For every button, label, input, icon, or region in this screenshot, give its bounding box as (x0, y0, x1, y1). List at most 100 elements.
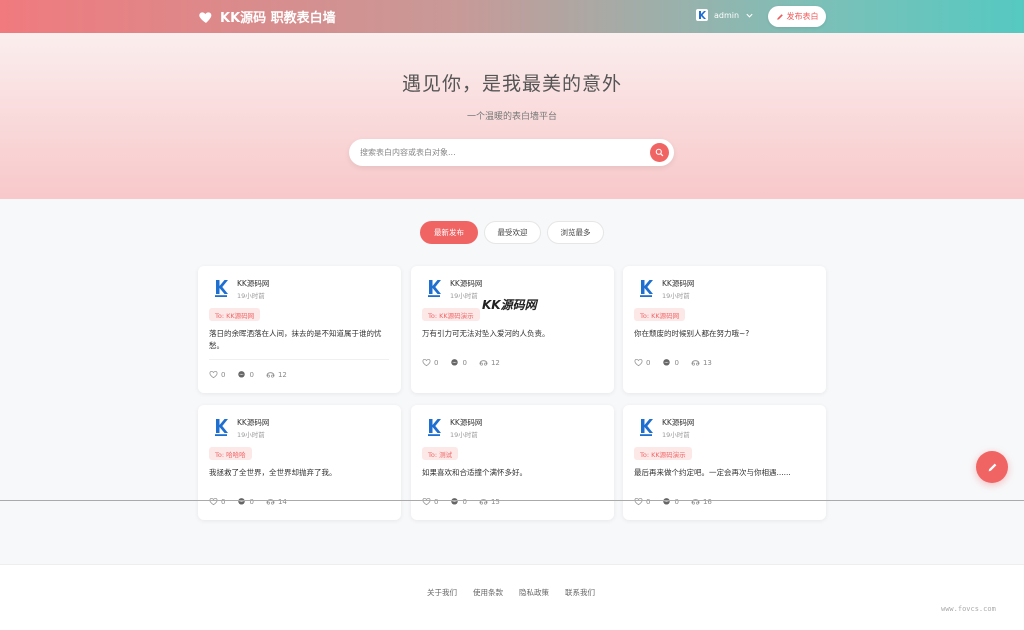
comment-count: 0 (674, 497, 679, 506)
view-count: 15 (490, 497, 500, 506)
like-count: 0 (434, 497, 439, 506)
card-recipient-tag[interactable]: To: KK源码网 (634, 308, 686, 321)
card-content: 你在颓废的时候别人都在努力哦~? (634, 329, 750, 338)
confession-card[interactable]: KK源码网 19小时前 To: KK源码网你在颓废的时候别人都在努力哦~? 0 0 13 (623, 266, 826, 393)
card-recipient-tag[interactable]: To: 哈哈哈 (209, 447, 252, 460)
views-stat: 12 (266, 370, 287, 379)
comment-count: 0 (674, 358, 679, 367)
hero-title: 遇见你，是我最美的意外 (401, 73, 622, 95)
footer-link-about[interactable]: 关于我们 (427, 587, 457, 598)
view-count: 12 (490, 358, 500, 367)
like-button[interactable]: 0 (422, 358, 438, 367)
card-time: 19小时前 (662, 292, 690, 300)
avatar (423, 277, 445, 299)
view-count: 14 (277, 497, 287, 506)
footer: 关于我们 使用条款 隐私政策 联系我们 www.fovcs.com (0, 564, 1024, 630)
comment-button[interactable]: 0 (237, 370, 254, 379)
views-stat: 15 (479, 497, 500, 506)
comment-count: 0 (462, 497, 467, 506)
heart-icon (634, 497, 643, 506)
footer-link-terms[interactable]: 使用条款 (473, 587, 503, 598)
like-button[interactable]: 0 (209, 497, 225, 506)
search-input[interactable] (360, 139, 640, 166)
avatar (210, 277, 232, 299)
brand-title: KK源码 职教表白墙 (220, 11, 336, 26)
like-button[interactable]: 0 (634, 497, 650, 506)
card-stats: 0 0 13 (634, 358, 712, 367)
heart-icon (422, 358, 431, 367)
brand-logo[interactable]: KK源码 职教表白墙 (198, 7, 336, 26)
card-author: KK源码网 (662, 418, 695, 427)
site-url: www.fovcs.com (941, 605, 996, 613)
publish-label: 发布表白 (786, 12, 819, 21)
comment-button[interactable]: 0 (237, 497, 254, 506)
like-button[interactable]: 0 (209, 370, 225, 379)
pencil-icon (988, 463, 996, 471)
heart-icon (634, 358, 643, 367)
chevron-down-icon (746, 13, 753, 18)
heart-icon (209, 497, 218, 506)
comment-button[interactable]: 0 (662, 358, 679, 367)
confession-card[interactable]: KK源码网 19小时前 To: 测试 如果喜欢和合适撞个满怀多好。 0 0 15 (411, 405, 614, 520)
card-divider (209, 359, 389, 360)
comment-icon (451, 359, 459, 366)
card-author: KK源码网 (450, 279, 483, 288)
card-recipient-tag[interactable]: To: 测试 (422, 447, 459, 460)
comment-button[interactable]: 0 (450, 358, 467, 367)
views-stat: 16 (691, 497, 712, 506)
search-icon (655, 148, 664, 157)
views-stat: 14 (266, 497, 287, 506)
card-recipient-tag[interactable]: To: KK源码网 (209, 308, 261, 321)
footer-link-privacy[interactable]: 隐私政策 (519, 587, 549, 598)
card-recipient-tag[interactable]: To: KK源码演示 (634, 447, 692, 460)
card-stats: 0 0 12 (209, 370, 287, 379)
card-author: KK源码网 (662, 279, 695, 288)
confession-card[interactable]: KK源码网 19小时前 To: 哈哈哈 我拯救了全世界，全世界却抛弃了我。 0 0 14 (198, 405, 401, 520)
comment-icon (663, 359, 671, 366)
card-stats: 0 0 16 (634, 497, 712, 506)
tab-popular[interactable]: 最受欢迎 (484, 221, 541, 244)
comment-icon (451, 498, 459, 505)
comment-button[interactable]: 0 (450, 497, 467, 506)
footer-links: 关于我们 使用条款 隐私政策 联系我们 (427, 587, 595, 598)
comment-icon (663, 498, 671, 505)
card-stats: 0 0 12 (422, 358, 500, 367)
card-content: 如果喜欢和合适撞个满怀多好。 (422, 468, 527, 477)
tab-latest[interactable]: 最新发布 (420, 221, 478, 244)
publish-button[interactable]: 发布表白 (768, 6, 826, 27)
comment-button[interactable]: 0 (662, 497, 679, 506)
like-count: 0 (434, 358, 439, 367)
heart-icon (209, 370, 218, 379)
user-menu[interactable]: admin (696, 9, 754, 21)
card-time: 19小时前 (662, 431, 690, 439)
card-time: 19小时前 (450, 292, 478, 300)
floating-publish-button[interactable] (976, 451, 1008, 483)
avatar (635, 277, 657, 299)
avatar (423, 416, 445, 438)
like-button[interactable]: 0 (634, 358, 650, 367)
views-icon (266, 372, 275, 378)
card-content: 万有引力可无法对坠入爱河的人负责。 (422, 329, 550, 338)
card-content: 落日的余晖洒落在人间，抹去的是不知道属于谁的忧愁。 (209, 329, 382, 350)
views-stat: 13 (691, 358, 712, 367)
comment-icon (238, 498, 246, 505)
views-icon (266, 499, 275, 505)
card-content: 我拯救了全世界，全世界却抛弃了我。 (209, 468, 337, 477)
divider-line (0, 500, 1024, 501)
avatar (210, 416, 232, 438)
views-stat: 12 (479, 358, 500, 367)
sort-tabs: 最新发布 最受欢迎 浏览最多 (420, 221, 604, 244)
like-button[interactable]: 0 (422, 497, 438, 506)
tab-most-viewed[interactable]: 浏览最多 (547, 221, 604, 244)
like-count: 0 (646, 358, 651, 367)
comment-count: 0 (249, 370, 254, 379)
search-button[interactable] (650, 143, 669, 162)
confession-card[interactable]: KK源码网 19小时前 To: KK源码演示 最后再来做个约定吧。一定会再次与你相遇.… (623, 405, 826, 520)
view-count: 13 (702, 358, 712, 367)
confession-card[interactable]: KK源码网 19小时前 To: KK源码网 落日的余晖洒落在人间，抹去的是不知道属于谁… (198, 266, 401, 393)
footer-link-contact[interactable]: 联系我们 (565, 587, 595, 598)
comment-count: 0 (462, 358, 467, 367)
confession-card[interactable]: KK源码网 19小时前 To: KK源码演示万有引力可无法对坠入爱河的人负责。 0 0 1… (411, 266, 614, 393)
card-time: 19小时前 (237, 431, 265, 439)
card-recipient-tag[interactable]: To: KK源码演示 (422, 308, 480, 321)
